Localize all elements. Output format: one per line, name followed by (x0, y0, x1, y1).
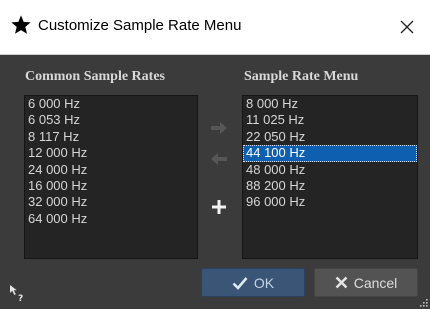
move-left-button[interactable] (207, 148, 231, 170)
list-item-selected[interactable]: 44 100 Hz (243, 145, 417, 162)
list-item[interactable]: 22 050 Hz (243, 129, 417, 145)
close-icon (400, 20, 414, 34)
menu-rates-header: Sample Rate Menu (244, 69, 359, 84)
list-item[interactable]: 64 000 Hz (25, 211, 197, 227)
list-item[interactable]: 8 000 Hz (243, 96, 417, 112)
help-icon[interactable]: ? (9, 284, 25, 302)
plus-icon (212, 200, 226, 214)
arrow-right-icon (211, 122, 227, 134)
x-icon (335, 276, 348, 289)
arrow-left-icon (211, 153, 227, 165)
sample-rate-menu-list[interactable]: 8 000 Hz 11 025 Hz 22 050 Hz 44 100 Hz 4… (242, 95, 418, 259)
ok-label: OK (253, 274, 275, 291)
list-item[interactable]: 88 200 Hz (243, 178, 417, 194)
checkmark-icon (232, 276, 248, 290)
title-bar[interactable]: Customize Sample Rate Menu (0, 0, 430, 55)
list-item[interactable]: 8 117 Hz (25, 129, 197, 145)
list-item[interactable]: 6 000 Hz (25, 96, 197, 112)
resize-grip-icon[interactable] (418, 297, 428, 307)
svg-text:?: ? (18, 294, 23, 302)
close-button[interactable] (384, 0, 430, 54)
list-item[interactable]: 96 000 Hz (243, 194, 417, 210)
list-item[interactable]: 16 000 Hz (25, 178, 197, 194)
add-button[interactable] (207, 196, 231, 218)
cancel-label: Cancel (353, 274, 398, 291)
star-icon (11, 15, 31, 34)
list-item[interactable]: 12 000 Hz (25, 145, 197, 161)
list-item[interactable]: 32 000 Hz (25, 194, 197, 210)
common-rates-header: Common Sample Rates (25, 69, 165, 84)
cancel-button[interactable]: Cancel (314, 268, 418, 297)
list-item[interactable]: 11 025 Hz (243, 112, 417, 128)
move-right-button[interactable] (207, 117, 231, 139)
dialog-content: Common Sample Rates Sample Rate Menu 6 0… (0, 55, 430, 309)
list-item[interactable]: 48 000 Hz (243, 162, 417, 178)
window-title: Customize Sample Rate Menu (38, 17, 242, 34)
list-item[interactable]: 24 000 Hz (25, 162, 197, 178)
ok-button[interactable]: OK (201, 268, 305, 297)
common-rates-list[interactable]: 6 000 Hz 6 053 Hz 8 117 Hz 12 000 Hz 24 … (24, 95, 198, 259)
list-item[interactable]: 6 053 Hz (25, 112, 197, 128)
dialog-window: Customize Sample Rate Menu Common Sample… (0, 0, 430, 309)
